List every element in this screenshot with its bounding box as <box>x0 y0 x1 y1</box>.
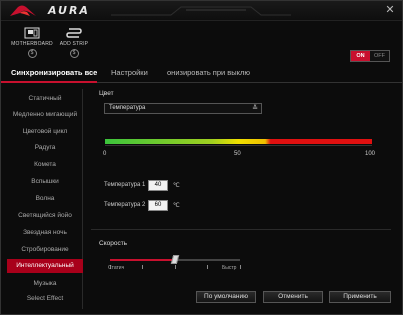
device-badge: $ <box>69 49 79 58</box>
slider-tick <box>240 265 241 269</box>
device-add-strip[interactable]: ADD STRIP $ <box>51 27 97 61</box>
sidebar-item-glowing-yoyo[interactable]: Светящийся йойо <box>7 209 83 223</box>
color-label: Цвет <box>99 90 114 97</box>
scale-max-label: 100 <box>365 151 376 157</box>
tab-bar: Синхронизировать все Настройки онизирова… <box>1 65 402 83</box>
tab-sync-on-shutdown[interactable]: онизировать при выклю <box>167 68 250 77</box>
effect-settings-panel: Цвет Температура ≚ 0 50 100 Температура … <box>91 89 396 309</box>
temperature-2-row: Температура 2 60 ℃ <box>104 200 224 212</box>
slider-tick <box>142 265 143 269</box>
sidebar-item-comet[interactable]: Комета <box>7 158 83 172</box>
scale-mid-label: 50 <box>234 151 241 157</box>
close-icon[interactable]: ✕ <box>384 4 396 16</box>
sidebar-item-starry-night[interactable]: Звездная ночь <box>7 226 83 240</box>
speed-slider-thumb[interactable] <box>170 255 180 264</box>
power-toggle[interactable]: ON OFF <box>350 50 390 62</box>
device-label: ADD STRIP <box>59 41 89 47</box>
active-tab-indicator <box>1 81 97 83</box>
temperature-1-row: Температура 1 40 ℃ <box>104 180 224 192</box>
device-label: MOTHERBOARD <box>11 41 53 47</box>
toggle-on[interactable]: ON <box>351 51 370 61</box>
led-strip-icon <box>66 28 82 38</box>
app-title: AURA <box>48 4 90 17</box>
sidebar-item-color-cycle[interactable]: Цветовой цикл <box>7 125 83 139</box>
temperature-2-unit: ℃ <box>173 203 180 209</box>
device-motherboard[interactable]: MOTHERBOARD $ <box>9 27 55 61</box>
color-mode-dropdown[interactable]: Температура ≚ <box>104 103 262 114</box>
sidebar-item-music[interactable]: Музыка <box>7 277 83 291</box>
apply-button[interactable]: Применить <box>329 291 391 303</box>
sidebar-item-flash[interactable]: Вспышки <box>7 175 83 189</box>
temperature-2-input[interactable]: 60 <box>148 200 168 211</box>
gradient-track <box>105 145 372 146</box>
scale-min-label: 0 <box>103 151 107 157</box>
rog-logo-icon <box>10 5 36 16</box>
slider-tick <box>207 265 208 269</box>
sidebar-item-strobing[interactable]: Стробирование <box>7 243 83 257</box>
slider-tick <box>175 265 176 269</box>
dropdown-value: Температура <box>109 105 146 111</box>
chevron-down-icon: ≚ <box>252 105 258 112</box>
title-bar: AURA ✕ <box>1 1 402 21</box>
device-badge: $ <box>27 49 37 58</box>
sidebar-item-select-effect[interactable]: Select Effect <box>7 292 83 306</box>
motherboard-icon <box>24 27 40 39</box>
tab-settings[interactable]: Настройки <box>111 68 148 77</box>
sidebar-item-smart[interactable]: Интеллектуальный <box>7 259 83 273</box>
toggle-off[interactable]: OFF <box>370 51 389 61</box>
sidebar-item-rainbow[interactable]: Радуга <box>7 141 83 155</box>
default-button[interactable]: По умолчанию <box>196 291 256 303</box>
section-divider <box>91 229 391 230</box>
temperature-1-label: Температура 1 <box>104 182 146 188</box>
effects-sidebar: Статичный Медленно мигающий Цветовой цик… <box>7 89 83 309</box>
temperature-1-input[interactable]: 40 <box>148 180 168 191</box>
sidebar-item-breathing[interactable]: Медленно мигающий <box>7 108 83 122</box>
tab-sync-all[interactable]: Синхронизировать все <box>11 68 97 77</box>
speed-label: Скорость <box>99 240 128 247</box>
temperature-gradient-bar <box>105 139 372 144</box>
aura-window: AURA ✕ MOTHERBOARD $ ADD STRIP $ ON OFF … <box>0 0 403 315</box>
cancel-button[interactable]: Отменить <box>263 291 323 303</box>
speed-fast-label: Быстр <box>222 265 237 271</box>
sidebar-item-static[interactable]: Статичный <box>7 92 83 106</box>
temperature-1-unit: ℃ <box>173 183 180 189</box>
speed-slow-label: Статич <box>108 265 125 271</box>
sidebar-item-wave[interactable]: Волна <box>7 192 83 206</box>
speed-slider-fill <box>110 259 175 261</box>
title-decoration <box>111 6 291 16</box>
temperature-2-label: Температура 2 <box>104 202 146 208</box>
speed-slider[interactable] <box>110 255 240 264</box>
